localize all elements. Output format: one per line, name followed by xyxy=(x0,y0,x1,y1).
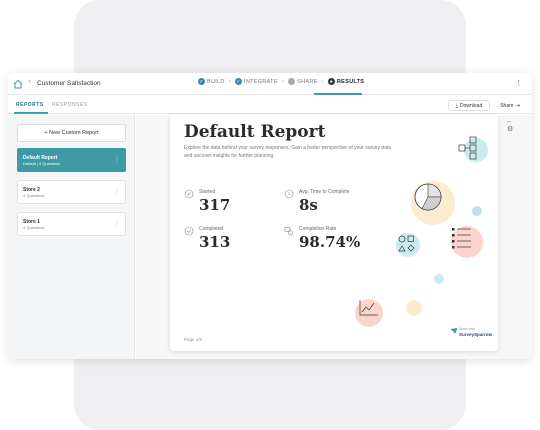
report-item-subtitle: 4 Questions xyxy=(23,225,45,230)
download-button[interactable]: ⤓ Download xyxy=(448,100,490,111)
pastel-circle xyxy=(464,138,488,162)
app-window: › Customer Satisfaction ✓ BUILD › ✓ INTE… xyxy=(8,73,532,359)
pie-icon xyxy=(414,183,442,211)
more-options-icon[interactable]: ⋮ xyxy=(114,220,120,227)
stat-label: Completed xyxy=(199,226,224,232)
reports-sidebar: + New Custom Report Default Report Defau… xyxy=(8,115,135,359)
report-description: Explore the data behind your survey resp… xyxy=(184,145,392,159)
step-label: RESULTS xyxy=(336,78,365,85)
top-bar: › Customer Satisfaction ✓ BUILD › ✓ INTE… xyxy=(8,73,532,95)
report-item-store-1[interactable]: Store 1 4 Questions ⋮ xyxy=(17,212,126,236)
stat-label: Started xyxy=(199,189,216,195)
clock-icon xyxy=(284,189,294,199)
more-options-icon[interactable]: ⋮ xyxy=(114,188,120,195)
sub-bar: REPORTS RESPONSES ⤓ Download Share ⇥ xyxy=(8,96,532,114)
chevron-right-icon: › xyxy=(321,78,324,85)
surveysparrow-branding[interactable]: Made with SurveySparrow xyxy=(450,326,492,340)
report-item-default[interactable]: Default Report Default | 4 Questions ⋮ xyxy=(17,148,126,172)
new-custom-report-button[interactable]: + New Custom Report xyxy=(17,124,126,142)
report-item-subtitle: Default | 4 Questions xyxy=(23,161,61,166)
step-label: SHARE xyxy=(297,78,318,85)
home-icon[interactable] xyxy=(13,79,23,89)
report-page: Default Report Explore the data behind y… xyxy=(170,115,498,351)
share-label: Share xyxy=(500,102,514,109)
stat-label: Completion Rate xyxy=(299,226,337,232)
report-canvas: Default Report Explore the data behind y… xyxy=(136,115,532,359)
stat-label: Avg. Time to Complete xyxy=(299,189,350,195)
line-chart-icon xyxy=(359,300,378,316)
gear-icon[interactable]: ⚙ xyxy=(507,125,513,133)
survey-title[interactable]: Customer Satisfaction xyxy=(37,80,101,87)
tab-responses[interactable]: RESPONSES xyxy=(52,102,88,108)
stat-value: 98.74% xyxy=(299,233,361,251)
brand-name: SurveySparrow xyxy=(459,332,493,337)
step-label: INTEGRATE xyxy=(244,78,278,85)
chevron-right-icon: › xyxy=(28,78,31,85)
start-icon xyxy=(184,189,194,199)
stat-value: 317 xyxy=(199,196,231,214)
stat-value: 8s xyxy=(299,196,318,214)
step-build[interactable]: ✓ BUILD xyxy=(198,78,225,85)
brand-caption: Made with xyxy=(459,327,475,331)
report-item-subtitle: 4 Questions xyxy=(23,193,45,198)
chevron-right-icon: › xyxy=(281,78,285,85)
check-icon: ✓ xyxy=(235,78,243,85)
stat-value: 313 xyxy=(199,233,231,251)
download-icon: ⤓ xyxy=(455,102,458,109)
step-share[interactable]: SHARE xyxy=(288,78,317,85)
pastel-circle xyxy=(411,181,455,225)
report-title: Default Report xyxy=(184,122,326,142)
share-button[interactable]: Share ⇥ xyxy=(493,100,527,111)
step-integrate[interactable]: ✓ INTEGRATE xyxy=(235,78,278,85)
pastel-circle xyxy=(355,299,383,327)
rate-icon xyxy=(284,227,294,236)
sparrow-logo-icon xyxy=(450,328,458,334)
results-dot-icon: ● xyxy=(327,78,335,85)
report-tools: – ⚙ xyxy=(507,119,513,133)
pastel-circle xyxy=(451,226,483,258)
workflow-steps: ✓ BUILD › ✓ INTEGRATE › SHARE › ● RESULT… xyxy=(198,78,364,85)
tab-reports[interactable]: REPORTS xyxy=(16,102,44,108)
report-item-store-2[interactable]: Store 2 4 Questions ⋮ xyxy=(17,180,126,204)
chevron-right-icon: › xyxy=(228,78,232,85)
download-label: Download xyxy=(459,102,483,109)
share-arrow-icon: ⇥ xyxy=(515,102,520,109)
active-step-underline xyxy=(314,93,362,95)
circle-icon xyxy=(288,78,296,85)
more-options-icon[interactable]: ⋮ xyxy=(114,156,120,163)
check-icon: ✓ xyxy=(198,78,205,85)
page-number: Page 1/5 xyxy=(184,337,203,342)
step-label: BUILD xyxy=(207,78,225,85)
step-results[interactable]: ● RESULTS xyxy=(327,78,365,85)
active-tab-underline xyxy=(14,112,48,114)
pastel-circle xyxy=(396,233,420,257)
more-options-icon[interactable]: ⋮ xyxy=(515,79,522,87)
check-circle-icon xyxy=(184,226,194,236)
